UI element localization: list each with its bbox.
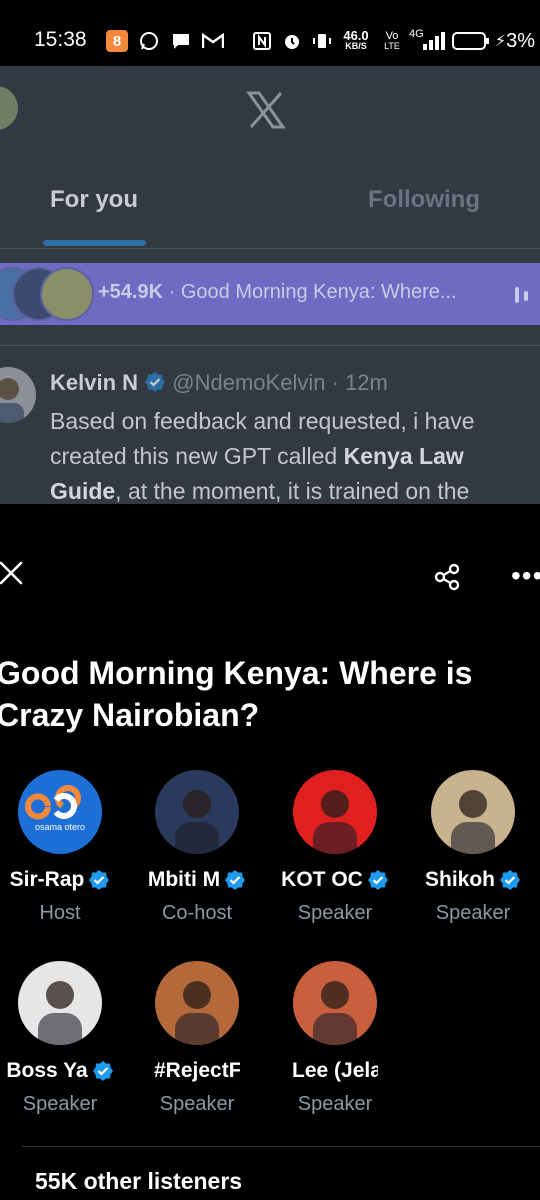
participant-name-row: Sir-Rap — [0, 868, 129, 892]
audio-bars-icon — [515, 287, 528, 303]
network-speed: 46.0 KB/S — [343, 28, 369, 51]
tweet-author-name[interactable]: Kelvin N — [50, 370, 138, 395]
tab-for-you[interactable]: For you — [50, 186, 138, 214]
signal-icon: 4G — [409, 28, 449, 52]
participant-name-row: Mbiti M — [128, 868, 266, 892]
participant-name-row: Boss Ya — [0, 1059, 129, 1083]
participant-role: Host — [39, 902, 81, 924]
participant-avatar[interactable] — [293, 770, 377, 854]
participant[interactable]: Shikoh Speaker — [404, 770, 540, 925]
verified-badge-icon — [145, 372, 166, 392]
participant-avatar[interactable] — [293, 961, 377, 1045]
tweet-header: Kelvin N @NdemoKelvin · 12m — [50, 370, 388, 396]
tweet-body: Based on feedback and requested, i have … — [50, 408, 475, 504]
participant-role: Speaker — [159, 1093, 235, 1115]
participant-avatar[interactable] — [155, 961, 239, 1045]
participant-avatar[interactable] — [155, 770, 239, 854]
participant-role: Speaker — [297, 902, 373, 924]
listeners-count[interactable]: 55K other listeners — [35, 1168, 242, 1195]
share-icon[interactable] — [433, 563, 461, 591]
x-logo-icon — [246, 91, 286, 129]
participant[interactable]: Mbiti M Co-host — [128, 770, 266, 925]
nfc-icon — [251, 30, 273, 52]
participant[interactable]: #RejectFi Speaker — [128, 961, 266, 1116]
status-bar: 15:38 8 46.0 KB/S Vo LTE 4G ⚡ 3% — [0, 0, 540, 66]
whatsapp-icon — [138, 30, 160, 52]
gmail-icon — [201, 30, 225, 52]
participant-name: KOT OC — [281, 868, 363, 891]
close-icon[interactable] — [0, 560, 24, 586]
participant-name-row: KOT OC — [266, 868, 404, 892]
participant-name: Boss Ya — [6, 1059, 88, 1082]
verified-badge-icon — [225, 870, 246, 890]
active-tab-indicator — [43, 240, 146, 246]
participant[interactable]: osama otero Sir-Rap Host — [0, 770, 129, 925]
participant-name-row: #RejectFi — [128, 1059, 266, 1083]
verified-badge-icon — [89, 870, 110, 890]
tab-following[interactable]: Following — [368, 186, 480, 214]
participant-name: Sir-Rap — [9, 868, 85, 891]
participant-role: Speaker — [297, 1093, 373, 1115]
participant-role: Speaker — [435, 902, 511, 924]
verified-badge-icon — [500, 870, 520, 890]
participant-name-row: Lee (Jelan — [266, 1059, 404, 1083]
message-icon — [170, 30, 192, 52]
tweet-time: · 12m — [331, 370, 388, 395]
live-space-banner[interactable]: +54.9K · Good Morning Kenya: Where... — [0, 263, 540, 325]
participant-avatar[interactable]: osama otero — [18, 770, 102, 854]
participant-name: Shikoh — [424, 868, 495, 891]
participant-avatar[interactable] — [18, 961, 102, 1045]
tweet-handle: @NdemoKelvin — [172, 370, 326, 395]
home-feed-background: For you Following +54.9K · Good Morning … — [0, 66, 540, 504]
participant-role: Speaker — [22, 1093, 98, 1115]
participant-role: Co-host — [161, 902, 233, 924]
participant-name: #RejectFi — [154, 1059, 240, 1082]
verified-badge-icon — [367, 870, 388, 890]
volte-icon: Vo LTE — [384, 30, 400, 52]
banner-text: +54.9K · Good Morning Kenya: Where... — [98, 281, 457, 303]
notification-app-icon: 8 — [106, 30, 128, 52]
participant[interactable]: Boss Ya Speaker — [0, 961, 129, 1116]
divider — [0, 345, 540, 346]
participant-name: Mbiti M — [147, 868, 221, 891]
battery-percent: ⚡ 3% — [494, 29, 536, 52]
participant-name: Lee (Jelan — [292, 1059, 378, 1082]
more-options-icon[interactable]: ••• — [511, 562, 540, 590]
space-title: Good Morning Kenya: Where is Crazy Nairo… — [0, 655, 473, 733]
vibrate-icon — [311, 30, 333, 52]
participant-avatar[interactable] — [431, 770, 515, 854]
participant-name-row: Shikoh — [404, 868, 540, 892]
clock: 15:38 — [34, 28, 87, 51]
profile-avatar[interactable] — [0, 86, 18, 130]
participant[interactable]: KOT OC Speaker — [266, 770, 404, 925]
alarm-icon — [281, 30, 303, 52]
divider — [22, 1146, 540, 1147]
tweet-author-avatar[interactable] — [0, 367, 36, 423]
battery-icon — [452, 30, 492, 52]
host-logo-text: osama otero — [34, 822, 86, 832]
divider — [0, 248, 540, 249]
verified-badge-icon — [92, 1061, 113, 1081]
speaker-avatar — [40, 267, 94, 321]
participant[interactable]: Lee (Jelan Speaker — [266, 961, 404, 1116]
